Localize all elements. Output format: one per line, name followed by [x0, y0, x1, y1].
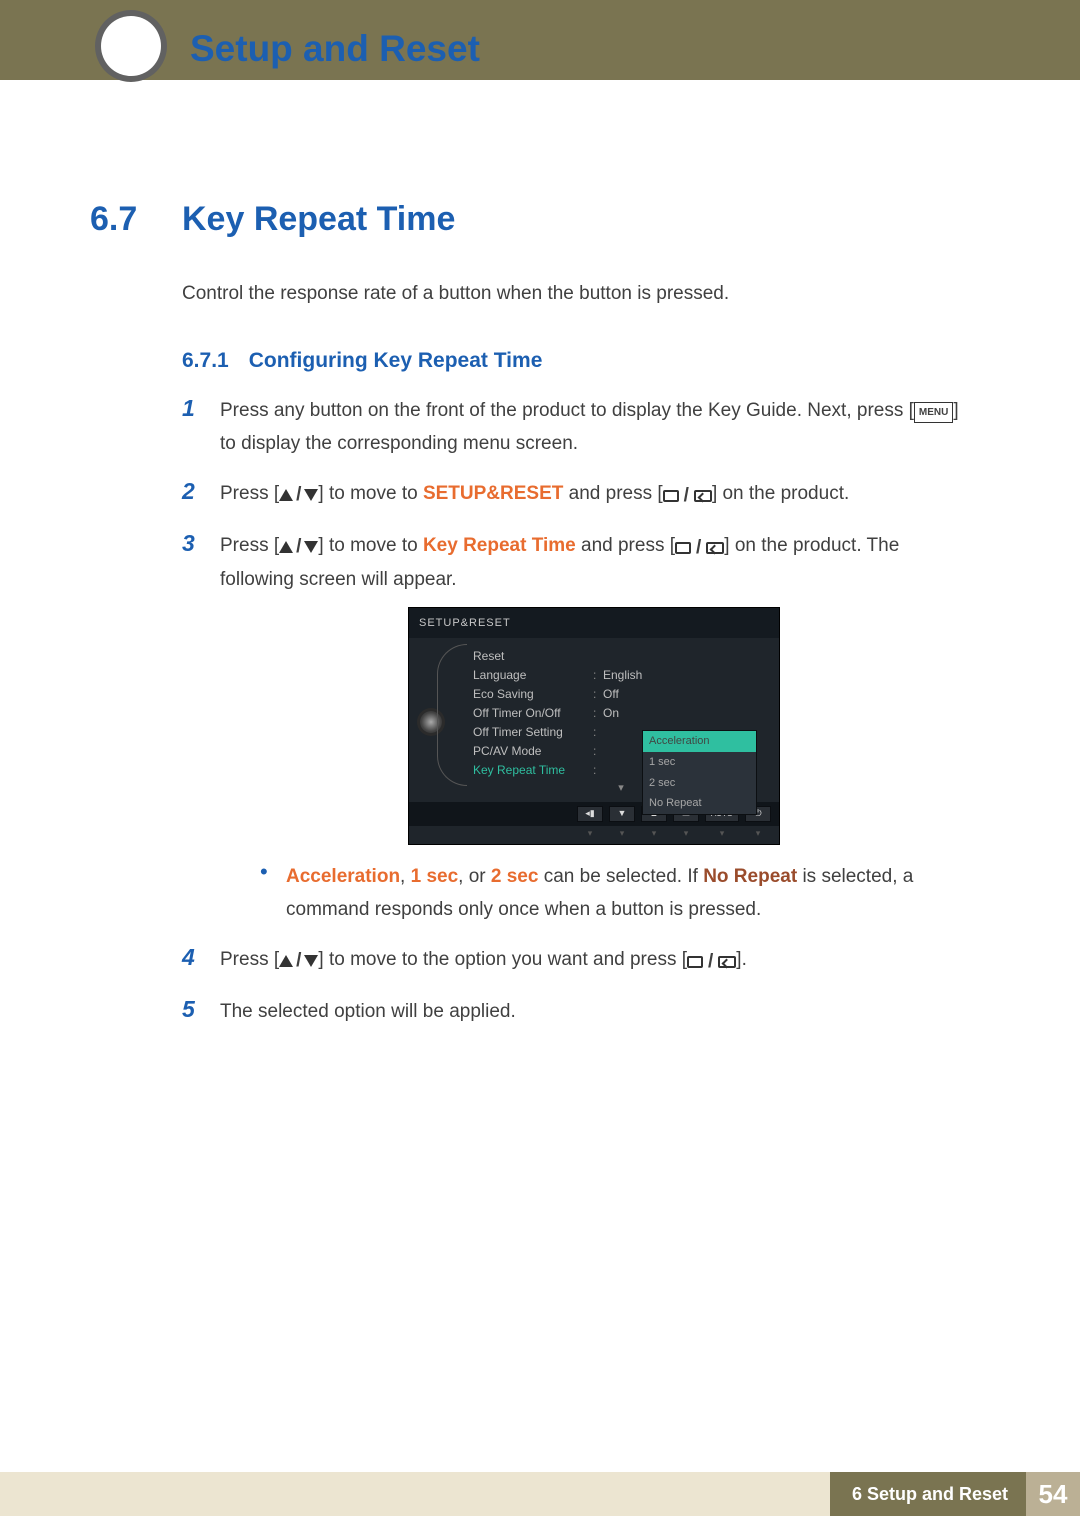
footer-page-number: 54 [1026, 1472, 1080, 1516]
step-text: ]. [736, 949, 747, 970]
osd-dropdown: Acceleration 1 sec 2 sec No Repeat [642, 730, 757, 815]
subsection-number: 6.7.1 [182, 349, 229, 373]
step-text: , [400, 866, 411, 887]
osd-item-label: Off Timer Setting [473, 722, 593, 742]
osd-item-label: PC/AV Mode [473, 741, 593, 761]
osd-option-selected: Acceleration [643, 731, 756, 752]
section-number: 6.7 [90, 200, 152, 239]
select-enter-icon: / [687, 946, 736, 978]
emph-option: 1 sec [411, 866, 459, 887]
step-text: ] to move to the option you want and pre… [318, 949, 687, 970]
step-text: and press [ [576, 535, 675, 556]
step-5: 5 The selected option will be applied. [182, 996, 970, 1028]
step-text: can be selected. If [538, 866, 703, 887]
subsection-title: Configuring Key Repeat Time [249, 349, 543, 373]
section-title: Key Repeat Time [182, 200, 455, 239]
osd-item-value: Off [603, 684, 619, 704]
step-text: ] on the product. [712, 483, 849, 504]
step-text: and press [ [563, 483, 662, 504]
step-text: Press any button on the front of the pro… [220, 400, 914, 421]
osd-down-icon: ▼ [609, 806, 635, 822]
step-2: 2 Press [/] to move to SETUP&RESET and p… [182, 478, 970, 512]
section-intro: Control the response rate of a button wh… [182, 279, 970, 309]
step-number: 1 [182, 395, 202, 460]
osd-option: 2 sec [643, 773, 756, 794]
step-text: Press [ [220, 535, 279, 556]
chapter-badge-icon [95, 10, 167, 82]
osd-option: No Repeat [643, 793, 756, 814]
osd-item-label: Eco Saving [473, 684, 593, 704]
step-text: ] to move to [318, 483, 423, 504]
emph-option: No Repeat [703, 866, 797, 887]
page-footer: 6 Setup and Reset 54 [0, 1472, 1080, 1516]
bullet-icon: • [260, 861, 272, 926]
bullet-item: • Acceleration, 1 sec, or 2 sec can be s… [260, 861, 970, 926]
footer-chapter-label: 6 Setup and Reset [852, 1484, 1008, 1505]
select-enter-icon: / [663, 480, 712, 512]
osd-item-label: Language [473, 665, 593, 685]
emph-option: Acceleration [286, 866, 400, 887]
step-text: The selected option will be applied. [220, 996, 970, 1028]
step-number: 4 [182, 944, 202, 978]
step-text: , or [458, 866, 491, 887]
osd-item-value: English [603, 665, 642, 685]
step-1: 1 Press any button on the front of the p… [182, 395, 970, 460]
emph-target: Key Repeat Time [423, 535, 576, 556]
step-number: 5 [182, 996, 202, 1028]
up-down-icon: / [279, 531, 318, 563]
step-4: 4 Press [/] to move to the option you wa… [182, 944, 970, 978]
osd-item-label: Off Timer On/Off [473, 703, 593, 723]
osd-item-label: Reset [473, 646, 593, 666]
steps-list: 1 Press any button on the front of the p… [182, 395, 970, 1028]
osd-back-icon: ◂▮ [577, 806, 603, 822]
osd-option: 1 sec [643, 752, 756, 773]
step-text: ] to move to [318, 535, 423, 556]
step-number: 2 [182, 478, 202, 512]
up-down-icon: / [279, 479, 318, 511]
emph-option: 2 sec [491, 866, 539, 887]
osd-title: SETUP&RESET [409, 608, 779, 639]
menu-button-icon: MENU [914, 402, 953, 423]
step-text: Press [ [220, 483, 279, 504]
chapter-title: Setup and Reset [190, 28, 480, 70]
step-text: Press [ [220, 949, 279, 970]
osd-screenshot: SETUP&RESET Reset Language:English Eco S… [408, 607, 780, 846]
up-down-icon: / [279, 945, 318, 977]
emph-target: SETUP&RESET [423, 483, 563, 504]
osd-item-label-active: Key Repeat Time [473, 760, 593, 780]
select-enter-icon: / [675, 532, 724, 564]
header-bar: Setup and Reset [0, 0, 1080, 80]
page-content: 6.7 Key Repeat Time Control the response… [0, 80, 1080, 1028]
osd-item-value: On [603, 703, 619, 723]
step-number: 3 [182, 530, 202, 926]
step-3: 3 Press [/] to move to Key Repeat Time a… [182, 530, 970, 926]
